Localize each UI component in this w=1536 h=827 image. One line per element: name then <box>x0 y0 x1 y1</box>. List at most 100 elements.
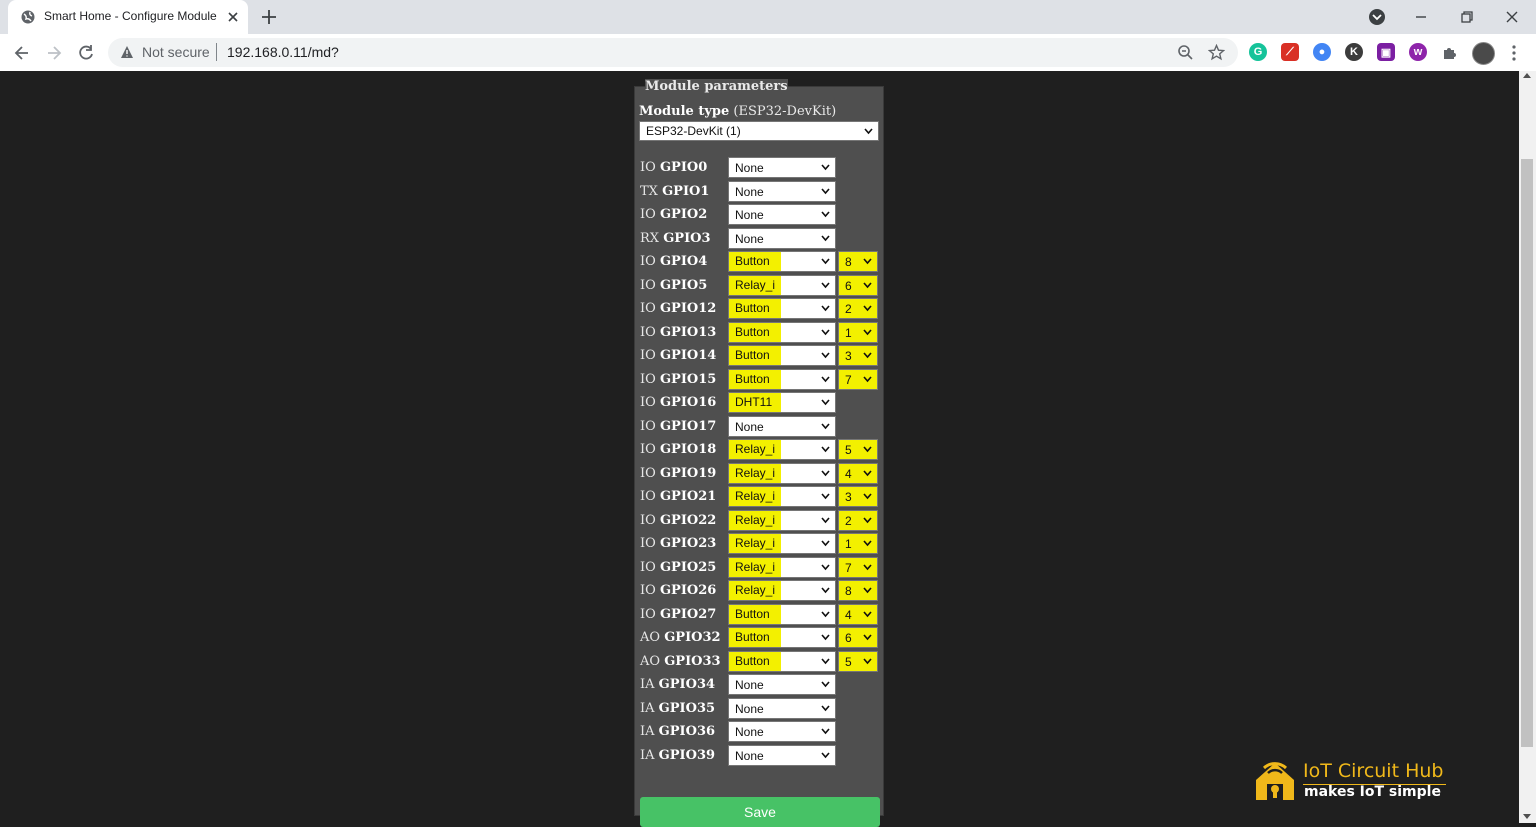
gpio-index-value: 3 <box>845 490 852 504</box>
gpio-function-select[interactable]: None <box>728 415 836 437</box>
gpio-index-select[interactable]: 6 <box>838 274 878 296</box>
close-window-icon[interactable] <box>1501 6 1523 28</box>
gpio-function-select[interactable]: None <box>728 744 836 766</box>
gpio-index-select[interactable]: 1 <box>838 533 878 554</box>
url-text[interactable]: 192.168.0.11/md? <box>227 44 339 60</box>
gpio-index-select[interactable]: 2 <box>838 298 878 319</box>
gpio-label: IA GPIO34 <box>640 677 715 692</box>
chevron-down-icon <box>863 352 872 359</box>
profile-avatar[interactable] <box>1472 42 1495 65</box>
bookmark-star-icon[interactable] <box>1208 44 1225 61</box>
gpio-function-select[interactable]: Button <box>728 251 836 272</box>
gpio-function-select[interactable]: None <box>728 204 836 225</box>
chevron-down-icon <box>821 211 830 218</box>
gpio-index-select[interactable]: 3 <box>838 486 878 507</box>
gpio-function-select[interactable]: Button <box>728 650 836 672</box>
gpio-row: IO GPIO4 Button 8 <box>635 251 885 273</box>
k-extension-icon[interactable]: K <box>1345 43 1363 61</box>
gpio-row: IA GPIO35 None <box>635 697 885 720</box>
chevron-down-icon <box>821 187 830 194</box>
gpio-function-select[interactable]: None <box>728 180 836 202</box>
gpio-function-value: None <box>735 678 764 692</box>
gpio-mode: IO <box>640 489 656 504</box>
close-tab-icon[interactable] <box>225 9 241 25</box>
gpio-function-select[interactable]: Button <box>728 345 836 366</box>
gpio-index-select[interactable]: 4 <box>838 603 878 625</box>
gpio-pin: GPIO27 <box>659 606 717 622</box>
scroll-down-arrow-icon[interactable] <box>1523 814 1531 819</box>
gpio-function-select[interactable]: None <box>728 157 836 178</box>
minimize-icon[interactable] <box>1410 6 1432 28</box>
gpio-function-select[interactable]: Relay_i <box>728 439 836 460</box>
gpio-label: IO GPIO18 <box>640 442 716 457</box>
gpio-function-select[interactable]: None <box>728 227 836 249</box>
security-status[interactable]: Not secure <box>142 44 210 60</box>
gpio-function-select[interactable]: DHT11 <box>728 392 836 413</box>
gpio-function-value: DHT11 <box>729 393 781 412</box>
gpio-index-select[interactable]: 6 <box>838 627 878 648</box>
gpio-function-select[interactable]: None <box>728 674 836 695</box>
chevron-down-icon <box>821 469 830 476</box>
reload-icon[interactable] <box>76 43 96 63</box>
forward-icon[interactable] <box>44 43 64 63</box>
gpio-function-select[interactable]: Relay_i <box>728 556 836 578</box>
scroll-up-arrow-icon[interactable] <box>1523 73 1531 78</box>
gpio-function-select[interactable]: Button <box>728 603 836 625</box>
gpio-index-select[interactable]: 5 <box>838 650 878 672</box>
gpio-function-select[interactable]: None <box>728 721 836 742</box>
gpio-function-select[interactable]: Button <box>728 627 836 648</box>
w-extension-icon[interactable]: w <box>1409 43 1427 61</box>
pdf-icon[interactable]: ⟋ <box>1281 43 1299 61</box>
gpio-label: AO GPIO32 <box>640 630 721 645</box>
gpio-label: IO GPIO17 <box>640 419 716 434</box>
gpio-index-select[interactable]: 1 <box>838 321 878 343</box>
gpio-mode: IO <box>640 583 656 598</box>
gpio-label: IO GPIO23 <box>640 536 716 551</box>
gpio-function-select[interactable]: None <box>728 697 836 719</box>
chevron-down-icon <box>863 469 872 476</box>
window-extension-icon[interactable]: ▣ <box>1377 43 1395 61</box>
warning-icon[interactable] <box>120 45 134 59</box>
gpio-function-select[interactable]: Relay_i <box>728 486 836 507</box>
gpio-label: IO GPIO21 <box>640 489 716 504</box>
module-type-select[interactable]: ESP32-DevKit (1) <box>639 121 879 141</box>
gpio-function-select[interactable]: Relay_i <box>728 533 836 554</box>
gpio-function-value: None <box>735 161 764 175</box>
zoom-icon[interactable] <box>1177 44 1194 61</box>
gpio-index-select[interactable]: 8 <box>838 251 878 272</box>
browser-tab[interactable]: Smart Home - Configure Module <box>8 0 248 34</box>
gpio-index-select[interactable]: 2 <box>838 509 878 531</box>
vertical-scrollbar[interactable] <box>1519 71 1536 823</box>
chevron-down-icon <box>821 516 830 523</box>
new-tab-icon[interactable] <box>260 8 278 26</box>
gpio-function-value: None <box>735 231 764 246</box>
gpio-function-select[interactable]: Relay_i <box>728 274 836 296</box>
color-picker-icon[interactable]: ● <box>1313 43 1331 61</box>
back-icon[interactable] <box>12 43 32 63</box>
gpio-function-select[interactable]: Button <box>728 298 836 319</box>
gpio-label: TX GPIO1 <box>640 184 709 199</box>
gpio-index-select[interactable]: 5 <box>838 439 878 460</box>
tab-search-icon[interactable] <box>1366 6 1388 28</box>
address-bar[interactable]: Not secure 192.168.0.11/md? <box>108 38 1238 67</box>
gpio-index-select[interactable]: 4 <box>838 462 878 484</box>
gpio-function-select[interactable]: Relay_i <box>728 462 836 484</box>
gpio-label: IO GPIO16 <box>640 395 716 410</box>
gpio-index-select[interactable]: 3 <box>838 345 878 366</box>
gpio-function-select[interactable]: Relay_i <box>728 509 836 531</box>
divider <box>216 43 217 61</box>
menu-icon[interactable] <box>1506 44 1522 62</box>
gpio-index-value: 3 <box>845 349 852 363</box>
gpio-function-select[interactable]: Button <box>728 368 836 390</box>
restore-icon[interactable] <box>1456 6 1478 28</box>
gpio-index-select[interactable]: 7 <box>838 368 878 390</box>
scroll-thumb[interactable] <box>1521 159 1533 747</box>
gpio-index-select[interactable]: 7 <box>838 556 878 578</box>
gpio-function-select[interactable]: Relay_i <box>728 580 836 601</box>
gpio-function-select[interactable]: Button <box>728 321 836 343</box>
extensions-puzzle-icon[interactable] <box>1441 43 1459 61</box>
gpio-mode: IO <box>640 277 656 293</box>
gpio-index-select[interactable]: 8 <box>838 580 878 601</box>
chevron-down-icon <box>821 281 830 288</box>
grammarly-icon[interactable]: G <box>1249 43 1267 61</box>
